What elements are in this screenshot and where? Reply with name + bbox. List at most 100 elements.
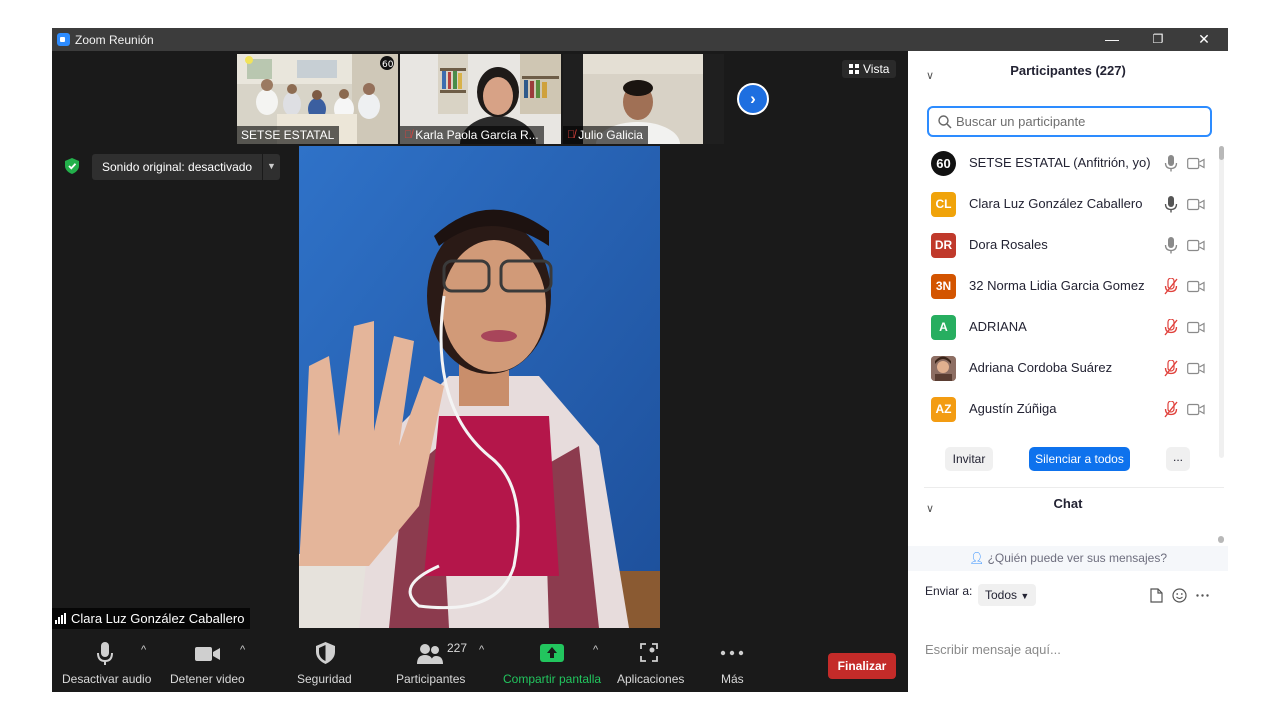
share-screen-icon — [540, 644, 564, 662]
muted-mic-icon: 🎙̸ — [404, 129, 413, 141]
muted-mic-icon[interactable] — [1164, 401, 1178, 418]
send-to-value: Todos — [985, 588, 1018, 602]
video-camera-icon[interactable] — [1187, 321, 1205, 334]
message-visibility-bar[interactable]: 👤︎ ¿Quién puede ver sus mensajes? — [908, 546, 1228, 571]
participant-name: Dora Rosales — [969, 237, 1048, 252]
video-area: 60 SETSE ESTATAL 🎙̸ Karla Paola García R… — [52, 51, 908, 635]
window-title: Zoom Reunión — [75, 33, 154, 47]
avatar: 3N — [931, 274, 956, 299]
more-dots-icon[interactable] — [1196, 594, 1209, 597]
participant-name: SETSE ESTATAL (Anfitrión, yo) — [969, 155, 1151, 170]
restore-button[interactable]: ❐ — [1135, 28, 1181, 51]
participant-row[interactable]: 60 SETSE ESTATAL (Anfitrión, yo) — [908, 143, 1218, 184]
video-camera-icon[interactable] — [1187, 403, 1205, 416]
more-dots-icon — [720, 650, 744, 656]
participant-row[interactable]: Adriana Cordoba Suárez — [908, 348, 1218, 389]
mute-all-button[interactable]: Silenciar a todos — [1029, 447, 1130, 471]
participant-row[interactable]: AZ Agustín Zúñiga — [908, 389, 1218, 430]
chevron-down-icon[interactable]: ▼ — [262, 154, 280, 180]
apps-icon — [640, 643, 658, 662]
next-page-button[interactable]: › — [737, 83, 769, 115]
participants-header: ∨ Participantes (227) — [908, 63, 1228, 93]
thumbnail-label: 🎙̸ Karla Paola García R... — [400, 126, 544, 144]
muted-mic-icon: 🎙̸ — [567, 129, 576, 141]
more-label: Más — [721, 672, 744, 686]
close-button[interactable]: ✕ — [1181, 28, 1227, 51]
search-placeholder: Buscar un participante — [956, 114, 1086, 129]
mute-audio-label: Desactivar audio — [62, 672, 152, 686]
thumbnail-setse-estatal[interactable]: 60 SETSE ESTATAL — [237, 54, 398, 144]
original-sound-toggle[interactable]: Sonido original: desactivado ▼ — [92, 154, 280, 180]
view-button[interactable]: Vista — [842, 60, 897, 78]
emoji-icon[interactable] — [1172, 588, 1187, 603]
share-options-chevron-icon[interactable]: ^ — [593, 644, 598, 656]
video-options-chevron-icon[interactable]: ^ — [240, 644, 245, 656]
more-options-button[interactable]: ... — [1166, 447, 1190, 471]
speaker-video-frame — [299, 146, 660, 628]
zoom-window: Zoom Reunión — ❐ ✕ 60 SETSE ESTATAL 🎙̸ K… — [52, 28, 1228, 692]
active-speaker-video — [299, 146, 660, 628]
video-camera-icon[interactable] — [1187, 157, 1205, 170]
microphone-icon[interactable] — [1164, 196, 1178, 213]
participant-name: 32 Norma Lidia Garcia Gomez — [969, 278, 1145, 293]
view-button-label: Vista — [863, 62, 890, 76]
microphone-icon[interactable] — [1164, 237, 1178, 254]
side-panel: ∨ Participantes (227) Buscar un particip… — [908, 51, 1228, 692]
avatar: AZ — [931, 397, 956, 422]
participants-title: Participantes (227) — [1010, 63, 1126, 78]
participant-row[interactable]: A ADRIANA — [908, 307, 1218, 348]
avatar: CL — [931, 192, 956, 217]
muted-mic-icon[interactable] — [1164, 278, 1178, 295]
stop-video-label: Detener video — [170, 672, 245, 686]
file-icon[interactable] — [1150, 588, 1163, 603]
message-visibility-label: ¿Quién puede ver sus mensajes? — [987, 551, 1167, 565]
collapse-chevron-icon[interactable]: ∨ — [926, 502, 934, 515]
meeting-toolbar: Desactivar audio ^ Detener video ^ Segur… — [52, 635, 908, 692]
video-camera-icon[interactable] — [1187, 239, 1205, 252]
thumbnail-name: Julio Galicia — [578, 128, 643, 142]
microphone-icon — [97, 642, 113, 665]
participant-list-scrollbar[interactable] — [1219, 146, 1224, 458]
video-camera-icon — [195, 647, 220, 661]
video-camera-icon[interactable] — [1187, 198, 1205, 211]
grid-icon — [849, 64, 859, 74]
shield-icon — [316, 642, 335, 664]
collapse-chevron-icon[interactable]: ∨ — [926, 69, 934, 82]
encryption-shield-icon[interactable] — [65, 158, 79, 174]
invite-button[interactable]: Invitar — [945, 447, 993, 471]
audio-options-chevron-icon[interactable]: ^ — [141, 644, 146, 656]
chat-title: Chat — [1053, 496, 1083, 511]
active-speaker-label: Clara Luz González Caballero — [52, 608, 251, 629]
avatar — [931, 356, 956, 381]
participant-row[interactable]: CL Clara Luz González Caballero — [908, 184, 1218, 225]
chat-message-input[interactable]: Escribir mensaje aquí... — [925, 642, 1061, 657]
participant-search-input[interactable]: Buscar un participante — [927, 106, 1212, 137]
participant-name: Adriana Cordoba Suárez — [969, 360, 1113, 375]
thumbnail-name: Karla Paola García R... — [415, 128, 539, 142]
original-sound-label: Sonido original: desactivado — [102, 160, 253, 174]
muted-mic-icon[interactable] — [1164, 319, 1178, 336]
person-icon: 👤︎ — [968, 551, 985, 565]
participant-row[interactable]: DR Dora Rosales — [908, 225, 1218, 266]
send-to-select[interactable]: Todos ▼ — [978, 584, 1037, 606]
section-divider — [924, 487, 1224, 488]
search-icon — [938, 115, 952, 129]
thumbnail-karla-paola[interactable]: 🎙̸ Karla Paola García R... — [400, 54, 561, 144]
participants-options-chevron-icon[interactable]: ^ — [479, 644, 484, 656]
video-camera-icon[interactable] — [1187, 280, 1205, 293]
thumbnail-julio-galicia[interactable]: 🎙̸ Julio Galicia — [563, 54, 724, 144]
avatar: DR — [931, 233, 956, 258]
participant-name: ADRIANA — [969, 319, 1027, 334]
video-camera-icon[interactable] — [1187, 362, 1205, 375]
security-label: Seguridad — [297, 672, 352, 686]
participant-row[interactable]: 3N 32 Norma Lidia Garcia Gomez — [908, 266, 1218, 307]
participants-count: 227 — [447, 641, 468, 655]
apps-label: Aplicaciones — [617, 672, 685, 686]
end-meeting-button[interactable]: Finalizar — [828, 653, 896, 679]
active-speaker-name: Clara Luz González Caballero — [71, 611, 245, 626]
muted-mic-icon[interactable] — [1164, 360, 1178, 377]
chat-scrollbar[interactable] — [1218, 536, 1224, 543]
chevron-down-icon: ▼ — [1020, 591, 1030, 601]
microphone-icon[interactable] — [1164, 155, 1178, 172]
minimize-button[interactable]: — — [1089, 28, 1135, 51]
